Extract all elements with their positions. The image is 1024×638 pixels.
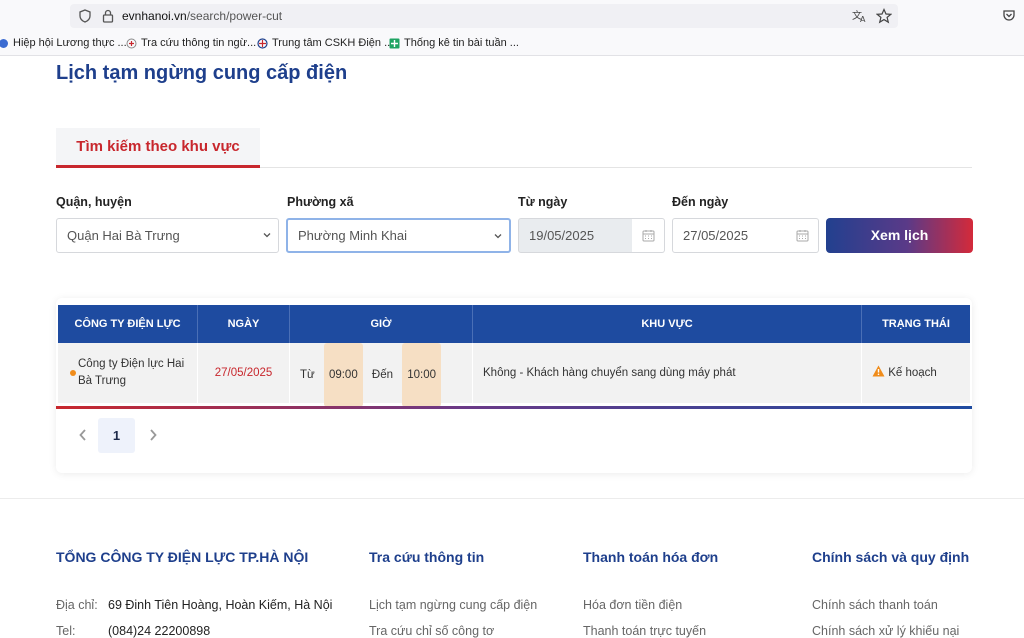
company-cell: Công ty Điện lực Hai Bà Trưng xyxy=(58,343,198,403)
column-header: CÔNG TY ĐIỆN LỰC xyxy=(58,305,198,343)
bookmark-label: Tra cứu thông tin ngừ... xyxy=(141,37,257,49)
footer-address-value: 69 Đinh Tiên Hoàng, Hoàn Kiếm, Hà Nội xyxy=(108,598,333,612)
to-date-value: 27/05/2025 xyxy=(683,228,749,243)
address-bar[interactable]: evnhanoi.vn/search/power-cut 文A xyxy=(70,4,898,28)
footer-phone-label: Tel: xyxy=(56,624,76,638)
page-number-button[interactable]: 1 xyxy=(98,418,135,453)
footer-link[interactable]: Chính sách thanh toán xyxy=(812,598,938,612)
table-bottom-gradient-line xyxy=(56,406,972,409)
url-path: /search/power-cut xyxy=(186,9,283,23)
globe-icon xyxy=(0,38,8,48)
calendar-icon xyxy=(796,230,809,242)
bookmark-item[interactable]: Trung tâm CSKH Điện ... xyxy=(257,37,393,49)
bookmark-item[interactable]: Tra cứu thông tin ngừ... xyxy=(126,37,256,49)
svg-text:A: A xyxy=(860,15,866,24)
table-header: CÔNG TY ĐIỆN LỰC NGÀY GIỜ KHU VỰC TRẠNG … xyxy=(58,305,970,343)
column-header: KHU VỰC xyxy=(473,305,862,343)
footer-divider xyxy=(0,498,1024,499)
evn-logo-icon xyxy=(257,37,268,49)
url-host: evnhanoi.vn xyxy=(122,9,187,23)
tab-search-by-area[interactable]: Tìm kiếm theo khu vực xyxy=(56,128,260,168)
from-label: Từ xyxy=(300,369,315,381)
bookmark-label: Hiệp hội Lương thực ... xyxy=(13,37,127,49)
footer-phone-value: (084)24 22200898 xyxy=(108,624,211,638)
bookmarks-bar: Hiệp hội Lương thực ... Tra cứu thông ti… xyxy=(0,32,1024,56)
results-card: CÔNG TY ĐIỆN LỰC NGÀY GIỜ KHU VỰC TRẠNG … xyxy=(56,298,972,473)
pagination: 1 xyxy=(78,418,178,453)
chevron-right-icon[interactable] xyxy=(148,428,158,442)
bullet-dot-icon xyxy=(70,370,76,376)
to-date-calendar-button[interactable] xyxy=(786,218,819,253)
translate-icon[interactable]: 文A xyxy=(852,8,868,24)
bookmark-item[interactable]: Hiệp hội Lương thực ... xyxy=(0,37,127,49)
url-text[interactable]: evnhanoi.vn/search/power-cut xyxy=(122,9,282,23)
page-title: Lịch tạm ngừng cung cấp điện xyxy=(56,62,348,84)
tab-bar: Tìm kiếm theo khu vực xyxy=(56,128,972,168)
footer-company-title: TỔNG CÔNG TY ĐIỆN LỰC TP.HÀ NỘI xyxy=(56,549,309,565)
table-row[interactable]: Công ty Điện lực Hai Bà Trưng 27/05/2025… xyxy=(58,343,970,407)
footer-link[interactable]: Tra cứu chỉ số công tơ xyxy=(369,624,494,638)
column-header: TRẠNG THÁI xyxy=(882,318,950,330)
sheets-icon xyxy=(389,38,400,48)
warning-icon xyxy=(872,365,885,377)
status-cell: Kế hoạch xyxy=(862,343,970,403)
chevron-down-icon xyxy=(263,233,271,238)
column-header: GIỜ xyxy=(290,305,473,343)
calendar-icon xyxy=(642,230,655,242)
footer-col-lookup-title: Tra cứu thông tin xyxy=(369,549,485,565)
footer-link[interactable]: Lịch tạm ngừng cung cấp điện xyxy=(369,598,537,612)
chevron-down-icon xyxy=(494,234,502,239)
footer-link[interactable]: Hóa đơn tiền điện xyxy=(583,598,682,612)
bookmark-star-icon[interactable] xyxy=(876,8,892,24)
pocket-icon[interactable] xyxy=(1002,9,1016,23)
ward-select[interactable]: Phường Minh Khai xyxy=(286,218,511,253)
plus-icon xyxy=(126,38,137,48)
company-name: Công ty Điện lực Hai Bà Trưng xyxy=(78,358,185,387)
ward-value: Phường Minh Khai xyxy=(298,228,408,243)
view-schedule-button[interactable]: Xem lịch xyxy=(826,218,973,253)
shield-icon[interactable] xyxy=(78,9,92,23)
chevron-left-icon[interactable] xyxy=(78,428,88,442)
status-text: Kế hoạch xyxy=(888,367,937,379)
district-value: Quận Hai Bà Trưng xyxy=(67,228,180,243)
to-time: 10:00 xyxy=(402,343,442,407)
footer-link[interactable]: Thanh toán trực tuyến xyxy=(583,624,706,638)
ward-label: Phường xã xyxy=(287,195,354,209)
bookmark-label: Trung tâm CSKH Điện ... xyxy=(272,37,394,49)
from-time: 09:00 xyxy=(323,343,363,407)
footer-address-label: Địa chỉ: xyxy=(56,598,98,612)
bookmark-label: Thống kê tin bài tuần ... xyxy=(404,37,519,49)
from-date-calendar-button[interactable] xyxy=(632,218,665,253)
column-header: NGÀY xyxy=(198,305,290,343)
footer-col-policy-title: Chính sách và quy định xyxy=(812,549,970,565)
district-label: Quận, huyện xyxy=(56,195,132,209)
district-select[interactable]: Quận Hai Bà Trưng xyxy=(56,218,279,253)
from-date-value: 19/05/2025 xyxy=(529,228,595,243)
from-date-label: Từ ngày xyxy=(518,195,568,209)
bookmark-item[interactable]: Thống kê tin bài tuần ... xyxy=(389,37,519,49)
time-cell: Từ 09:00 Đến 10:00 xyxy=(290,343,473,407)
browser-toolbar: evnhanoi.vn/search/power-cut 文A xyxy=(0,0,1024,32)
to-label: Đến xyxy=(371,369,394,381)
footer-col-payment-title: Thanh toán hóa đơn xyxy=(583,549,719,565)
lock-icon[interactable] xyxy=(102,9,114,23)
from-date-input[interactable]: 19/05/2025 xyxy=(518,218,633,253)
to-date-label: Đến ngày xyxy=(672,195,729,209)
date-cell: 27/05/2025 xyxy=(198,343,290,403)
area-cell: Không - Khách hàng chuyển sang dùng máy … xyxy=(473,343,862,403)
to-date-input[interactable]: 27/05/2025 xyxy=(672,218,787,253)
footer-link[interactable]: Chính sách xử lý khiếu nại xyxy=(812,624,959,638)
